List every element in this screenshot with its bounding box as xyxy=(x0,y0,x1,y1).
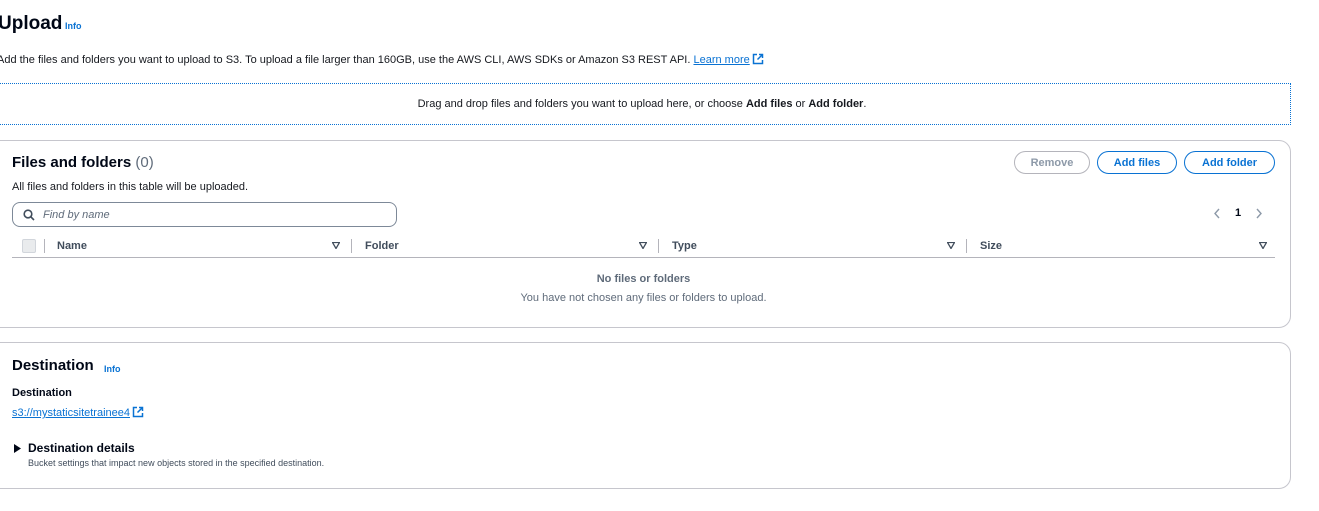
select-all-checkbox[interactable] xyxy=(22,239,36,253)
destination-info-link[interactable]: Info xyxy=(104,364,121,374)
sort-icon[interactable] xyxy=(332,242,340,249)
info-link[interactable]: Info xyxy=(65,21,82,31)
sort-icon[interactable] xyxy=(1259,242,1267,249)
destination-bucket-link[interactable]: s3://mystaticsitetrainee4 xyxy=(12,406,144,419)
search-box xyxy=(12,202,397,227)
files-panel-title: Files and folders (0) xyxy=(12,154,154,171)
sort-icon[interactable] xyxy=(947,242,955,249)
destination-label: Destination xyxy=(12,387,72,399)
destination-details-description: Bucket settings that impact new objects … xyxy=(28,458,325,468)
drop-zone-text: Drag and drop files and folders you want… xyxy=(417,98,743,110)
upload-drop-zone[interactable]: Drag and drop files and folders you want… xyxy=(0,83,1291,125)
search-icon xyxy=(23,208,35,221)
caret-right-icon xyxy=(14,443,21,453)
table-header: Name Folder Type Size xyxy=(12,236,1275,258)
remove-button[interactable]: Remove xyxy=(1014,151,1090,174)
drop-zone-or: or xyxy=(795,98,806,110)
pagination: 1 xyxy=(1213,207,1263,219)
column-divider xyxy=(966,239,967,253)
page-description-text: Add the files and folders you want to up… xyxy=(0,54,691,66)
column-divider xyxy=(658,239,659,253)
learn-more-label: Learn more xyxy=(693,54,750,66)
destination-title: Destination xyxy=(12,357,94,374)
page-description: Add the files and folders you want to up… xyxy=(0,53,764,66)
chevron-left-icon[interactable] xyxy=(1213,208,1221,219)
column-divider xyxy=(44,239,45,253)
column-divider xyxy=(351,239,352,253)
column-header-type[interactable]: Type xyxy=(672,240,697,252)
column-header-folder[interactable]: Folder xyxy=(365,240,399,252)
drop-zone-add-files: Add files xyxy=(745,98,793,110)
external-link-icon xyxy=(132,406,144,418)
page-number[interactable]: 1 xyxy=(1235,207,1241,219)
empty-state-description: You have not chosen any files or folders… xyxy=(520,292,767,304)
empty-state-title: No files or folders xyxy=(596,273,691,285)
add-folder-button[interactable]: Add folder xyxy=(1184,151,1275,174)
files-count: (0) xyxy=(135,154,154,171)
learn-more-link[interactable]: Learn more xyxy=(693,53,763,66)
drop-zone-add-folder: Add folder xyxy=(808,98,864,110)
external-link-icon xyxy=(752,53,763,65)
chevron-right-icon[interactable] xyxy=(1255,208,1263,219)
destination-details-toggle[interactable]: Destination details xyxy=(14,441,135,455)
add-files-button[interactable]: Add files xyxy=(1097,151,1177,174)
drop-zone-suffix: . xyxy=(863,98,867,110)
column-header-name[interactable]: Name xyxy=(57,240,87,252)
search-input[interactable] xyxy=(41,207,375,222)
destination-bucket-text: s3://mystaticsitetrainee4 xyxy=(12,407,130,419)
destination-details-label: Destination details xyxy=(28,441,135,455)
files-panel-description: All files and folders in this table will… xyxy=(12,181,249,193)
files-panel-title-text: Files and folders xyxy=(12,154,132,171)
column-header-size[interactable]: Size xyxy=(980,240,1002,252)
page-title: Upload xyxy=(0,13,63,34)
sort-icon[interactable] xyxy=(639,242,647,249)
